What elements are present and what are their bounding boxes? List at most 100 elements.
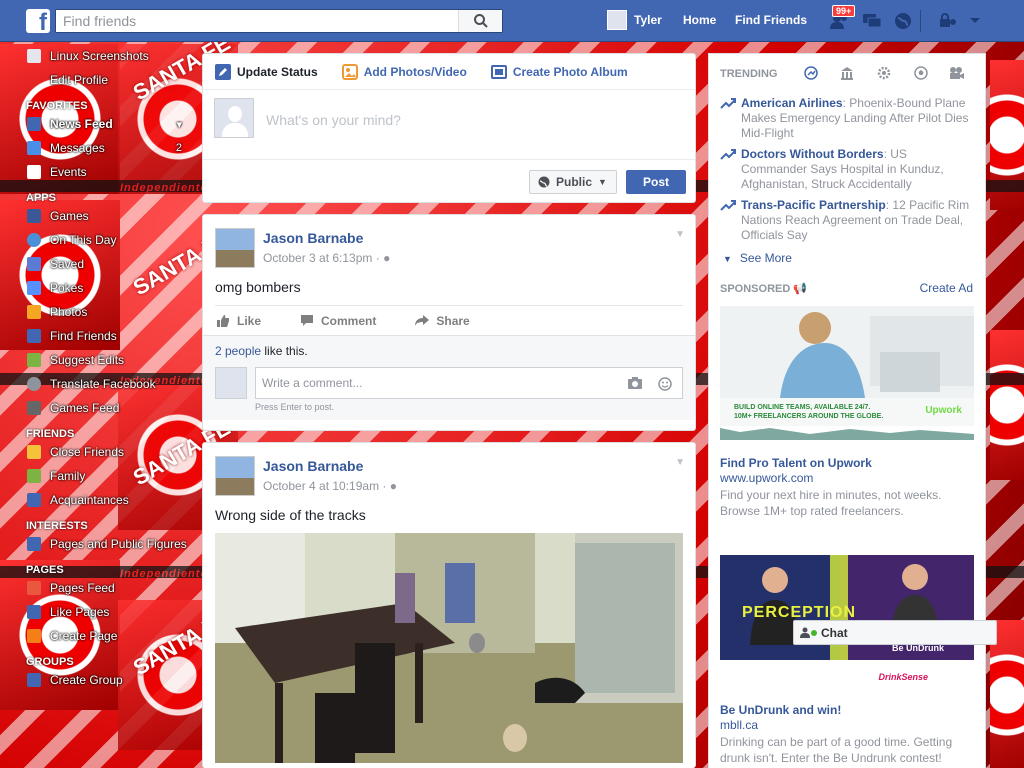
post-button[interactable]: Post [626, 170, 686, 194]
composer-body: What's on your mind? [203, 90, 695, 160]
sidebar-item-pages-public-figures[interactable]: Pages and Public Figures [0, 532, 200, 556]
post-photo[interactable] [215, 533, 683, 763]
sidebar-item-pokes[interactable]: Pokes [0, 276, 200, 300]
find-friends-link[interactable]: Find Friends [735, 13, 807, 27]
avatar-placeholder [214, 98, 254, 138]
share-button[interactable]: Share [414, 314, 470, 328]
see-more-link[interactable]: ▼ See More [723, 251, 792, 265]
sidebar-section-favorites: FAVORITES [26, 100, 88, 112]
sidebar-item-family[interactable]: Family [0, 464, 200, 488]
privacy-selector-button[interactable]: Public ▼ [529, 170, 617, 194]
like-button[interactable]: Like [215, 314, 261, 328]
post-header: Jason Barnabe October 3 at 6:13pm · ● ▼ [203, 215, 695, 275]
pages-icon [27, 537, 41, 551]
status-textarea[interactable]: What's on your mind? [266, 112, 401, 128]
post-author[interactable]: Jason Barnabe [263, 458, 363, 474]
news-feed-icon [27, 117, 41, 131]
camera-icon[interactable] [628, 377, 642, 392]
comment-bubble-icon [299, 314, 315, 328]
sidebar-item-games-feed[interactable]: Games Feed [0, 396, 200, 420]
sidebar-item-on-this-day[interactable]: On This Day [0, 228, 200, 252]
ad-url[interactable]: www.upwork.com [720, 471, 813, 485]
sidebar-item-acquaintances[interactable]: Acquaintances [0, 488, 200, 512]
sidebar-section-apps: APPS [26, 192, 56, 204]
search-button[interactable] [458, 10, 502, 32]
trending-topic[interactable]: Trans-Pacific Partnership [741, 198, 886, 212]
plus-icon [27, 673, 41, 687]
post-options-chevron-icon[interactable]: ▼ [675, 229, 685, 240]
trending-item[interactable]: Doctors Without Borders: US Commander Sa… [720, 147, 974, 192]
chevron-down-icon: ▼ [598, 177, 607, 187]
album-icon [490, 64, 507, 80]
sidebar-item-news-feed[interactable]: News Feed ▾ [0, 112, 200, 136]
messages-icon[interactable] [862, 12, 882, 30]
trending-top-icon[interactable] [803, 65, 819, 81]
home-link[interactable]: Home [683, 13, 716, 27]
author-avatar[interactable] [215, 456, 255, 496]
trending-topic[interactable]: Doctors Without Borders [741, 147, 884, 161]
topbar-divider [920, 10, 921, 32]
chat-bar[interactable]: Chat [793, 620, 997, 645]
ad-image-upwork[interactable]: BUILD ONLINE TEAMS, AVAILABLE 24/7. 10M+… [720, 306, 974, 440]
sidebar-item-create-page[interactable]: Create Page [0, 624, 200, 648]
post-header: Jason Barnabe October 4 at 10:19am · ● ▼ [203, 443, 695, 503]
create-ad-link[interactable]: Create Ad [920, 281, 973, 295]
science-gear-icon[interactable] [876, 65, 892, 81]
ad-brand-logo: Upwork [925, 405, 962, 416]
controller-icon [27, 401, 41, 415]
post-options-chevron-icon[interactable]: ▼ [675, 457, 685, 468]
comment-button[interactable]: Comment [299, 314, 376, 328]
sidebar-item-find-friends[interactable]: Find Friends [0, 324, 200, 348]
ad-banner-line: BUILD ONLINE TEAMS, AVAILABLE 24/7. [734, 404, 871, 411]
news-feed-options-chevron-icon[interactable]: ▾ [176, 118, 182, 131]
sidebar-item-create-group[interactable]: Create Group [0, 668, 200, 692]
sidebar-item-close-friends[interactable]: Close Friends [0, 440, 200, 464]
sidebar-item-profile[interactable]: Linux Screenshots [0, 44, 200, 68]
comment-input[interactable] [256, 368, 596, 398]
sidebar-item-like-pages[interactable]: Like Pages [0, 600, 200, 624]
likers-link[interactable]: 2 people [215, 344, 261, 358]
entertainment-camera-icon[interactable] [949, 65, 965, 81]
sidebar-item-photos[interactable]: Photos [0, 300, 200, 324]
post-timestamp[interactable]: October 3 at 6:13pm · ● [263, 251, 390, 265]
author-avatar[interactable] [215, 228, 255, 268]
trending-item[interactable]: American Airlines: Phoenix-Bound Plane M… [720, 96, 974, 141]
post-timestamp[interactable]: October 4 at 10:19am · ● [263, 479, 397, 493]
politics-capitol-icon[interactable] [839, 65, 855, 81]
post-author[interactable]: Jason Barnabe [263, 230, 363, 246]
ad-brand-logo: DrinkSense [878, 672, 928, 682]
sports-ball-icon[interactable] [913, 65, 929, 81]
ad-title[interactable]: Be UnDrunk and win! [720, 703, 841, 717]
trending-item[interactable]: Trans-Pacific Partnership: 12 Pacific Ri… [720, 198, 974, 243]
ad-banner-line: 10M+ FREELANCERS AROUND THE GLOBE. [734, 413, 884, 420]
notifications-globe-icon[interactable] [893, 12, 913, 30]
sidebar-item-pages-feed[interactable]: Pages Feed [0, 576, 200, 600]
sidebar-item-events[interactable]: Events [0, 160, 200, 184]
tab-add-photos-video[interactable]: Add Photos/Video [341, 63, 467, 80]
house-icon [27, 469, 41, 483]
ad-title[interactable]: Find Pro Talent on Upwork [720, 456, 872, 470]
tab-create-photo-album[interactable]: Create Photo Album [490, 64, 628, 80]
globe-icon [27, 377, 41, 391]
sidebar-item-edit-profile[interactable]: Edit Profile [0, 68, 200, 92]
user-avatar[interactable] [607, 10, 627, 30]
privacy-lock-icon[interactable] [938, 12, 958, 30]
search-input[interactable] [56, 10, 456, 32]
sidebar-item-saved[interactable]: Saved [0, 252, 200, 276]
tab-update-status[interactable]: Update Status [215, 63, 318, 80]
top-bar: f Tyler Home Find Friends 99+ [0, 0, 1024, 42]
sidebar-item-translate[interactable]: Translate Facebook [0, 372, 200, 396]
account-menu-chevron-down-icon[interactable] [965, 12, 985, 30]
public-globe-icon: ● [389, 479, 397, 493]
facebook-logo[interactable]: f [26, 9, 50, 33]
public-globe-icon: ● [383, 251, 391, 265]
sidebar-item-messages[interactable]: Messages 2 [0, 136, 200, 160]
emoji-icon[interactable] [658, 377, 672, 394]
sidebar-item-games[interactable]: Games [0, 204, 200, 228]
sidebar-item-suggest-edits[interactable]: Suggest Edits [0, 348, 200, 372]
ad-url[interactable]: mbll.ca [720, 718, 758, 732]
trending-topic[interactable]: American Airlines [741, 96, 843, 110]
profile-link[interactable]: Tyler [634, 13, 662, 27]
bookmark-icon [27, 257, 41, 271]
sidebar-section-pages: PAGES [26, 564, 64, 576]
